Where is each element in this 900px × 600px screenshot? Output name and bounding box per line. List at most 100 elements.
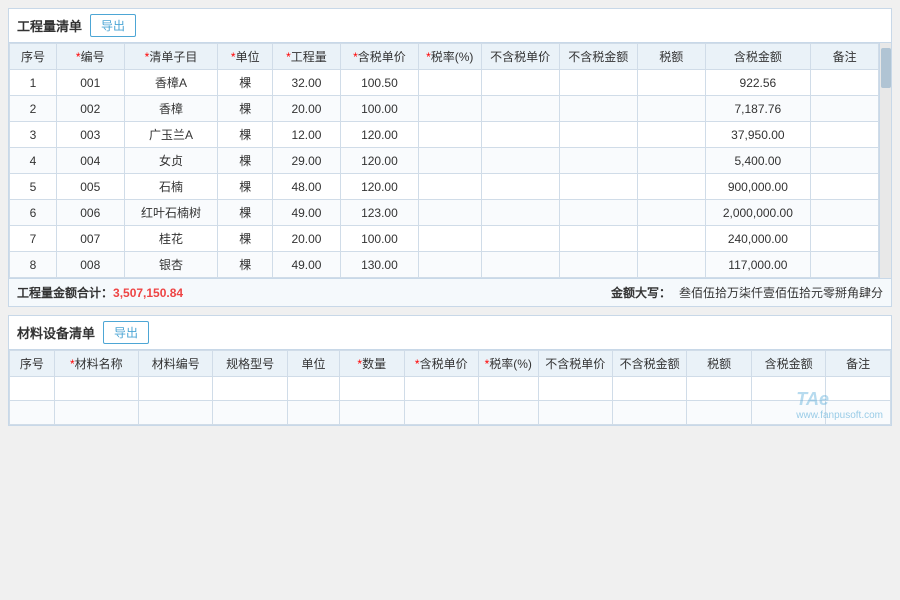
cell-qty[interactable]: 48.00 bbox=[273, 174, 341, 200]
cell-code[interactable]: 001 bbox=[56, 70, 124, 96]
cell-notaxunit[interactable] bbox=[481, 148, 559, 174]
cell-taxunit[interactable]: 100.00 bbox=[340, 96, 418, 122]
cell-unit[interactable]: 棵 bbox=[218, 96, 273, 122]
cell-qty[interactable]: 49.00 bbox=[273, 252, 341, 278]
cell-qty[interactable]: 29.00 bbox=[273, 148, 341, 174]
cell-remark[interactable] bbox=[811, 174, 879, 200]
cell-seq[interactable]: 5 bbox=[10, 174, 57, 200]
cell-remark[interactable] bbox=[811, 226, 879, 252]
cell-seq[interactable]: 6 bbox=[10, 200, 57, 226]
cell-code[interactable]: 004 bbox=[56, 148, 124, 174]
cell-tax[interactable] bbox=[637, 70, 705, 96]
cell-tax[interactable] bbox=[637, 174, 705, 200]
cell-seq[interactable]: 2 bbox=[10, 96, 57, 122]
cell-unit[interactable]: 棵 bbox=[218, 122, 273, 148]
cell-remark[interactable] bbox=[811, 252, 879, 278]
cell-taxunit[interactable]: 123.00 bbox=[340, 200, 418, 226]
cell-code[interactable]: 005 bbox=[56, 174, 124, 200]
cell-item[interactable]: 红叶石楠树 bbox=[124, 200, 218, 226]
cell-code[interactable]: 002 bbox=[56, 96, 124, 122]
cell-taxrate[interactable] bbox=[419, 200, 482, 226]
cell-taxrate[interactable] bbox=[419, 174, 482, 200]
cell-qty[interactable]: 12.00 bbox=[273, 122, 341, 148]
cell-code[interactable]: 007 bbox=[56, 226, 124, 252]
cell-tax[interactable] bbox=[637, 96, 705, 122]
cell-taxrate[interactable] bbox=[419, 252, 482, 278]
cell-taxrate[interactable] bbox=[419, 70, 482, 96]
cell-notaxunit[interactable] bbox=[481, 226, 559, 252]
cell-notaxamt[interactable] bbox=[559, 70, 637, 96]
cell-item[interactable]: 广玉兰A bbox=[124, 122, 218, 148]
cell-item[interactable]: 桂花 bbox=[124, 226, 218, 252]
cell-taxunit[interactable]: 100.00 bbox=[340, 226, 418, 252]
table-row: 3003广玉兰A棵12.00120.00 37,950.00 bbox=[10, 122, 879, 148]
cell-remark[interactable] bbox=[811, 70, 879, 96]
section2-export-button[interactable]: 导出 bbox=[103, 321, 149, 344]
cell-tax[interactable] bbox=[637, 200, 705, 226]
cell-notaxamt[interactable] bbox=[559, 252, 637, 278]
cell-notaxunit[interactable] bbox=[481, 122, 559, 148]
cell-notaxunit[interactable] bbox=[481, 96, 559, 122]
cell-seq[interactable]: 3 bbox=[10, 122, 57, 148]
cell-item[interactable]: 香樟A bbox=[124, 70, 218, 96]
cell-taxunit[interactable]: 130.00 bbox=[340, 252, 418, 278]
cell-notaxunit[interactable] bbox=[481, 70, 559, 96]
cell-unit[interactable]: 棵 bbox=[218, 252, 273, 278]
cell-qty[interactable]: 49.00 bbox=[273, 200, 341, 226]
cell-unit[interactable]: 棵 bbox=[218, 148, 273, 174]
cell-taxunit[interactable]: 120.00 bbox=[340, 122, 418, 148]
cell-taxunit[interactable]: 120.00 bbox=[340, 174, 418, 200]
cell-notaxamt[interactable] bbox=[559, 122, 637, 148]
cell-code[interactable]: 006 bbox=[56, 200, 124, 226]
cell-taxamt[interactable]: 900,000.00 bbox=[705, 174, 811, 200]
cell-tax[interactable] bbox=[637, 122, 705, 148]
cell-item[interactable]: 香樟 bbox=[124, 96, 218, 122]
cell-tax[interactable] bbox=[637, 252, 705, 278]
cell-taxamt[interactable]: 37,950.00 bbox=[705, 122, 811, 148]
cell-remark[interactable] bbox=[811, 122, 879, 148]
cell-remark[interactable] bbox=[811, 148, 879, 174]
section1-export-button[interactable]: 导出 bbox=[90, 14, 136, 37]
cell-taxunit[interactable]: 120.00 bbox=[340, 148, 418, 174]
cell-taxrate[interactable] bbox=[419, 148, 482, 174]
cell-item[interactable]: 女贞 bbox=[124, 148, 218, 174]
cell-unit[interactable]: 棵 bbox=[218, 200, 273, 226]
cell-taxamt[interactable]: 117,000.00 bbox=[705, 252, 811, 278]
cell-qty[interactable]: 20.00 bbox=[273, 96, 341, 122]
cell-taxamt[interactable]: 922.56 bbox=[705, 70, 811, 96]
cell-seq[interactable]: 1 bbox=[10, 70, 57, 96]
cell-notaxamt[interactable] bbox=[559, 148, 637, 174]
cell-code[interactable]: 003 bbox=[56, 122, 124, 148]
cell-notaxunit[interactable] bbox=[481, 252, 559, 278]
section1-scrollbar[interactable] bbox=[879, 43, 891, 278]
cell-notaxamt[interactable] bbox=[559, 200, 637, 226]
cell-qty[interactable]: 20.00 bbox=[273, 226, 341, 252]
cell-notaxunit[interactable] bbox=[481, 174, 559, 200]
cell-code[interactable]: 008 bbox=[56, 252, 124, 278]
cell-item[interactable]: 银杏 bbox=[124, 252, 218, 278]
cell-unit[interactable]: 棵 bbox=[218, 70, 273, 96]
cell-taxrate[interactable] bbox=[419, 122, 482, 148]
cell-tax[interactable] bbox=[637, 148, 705, 174]
cell-taxamt[interactable]: 240,000.00 bbox=[705, 226, 811, 252]
cell-item[interactable]: 石楠 bbox=[124, 174, 218, 200]
cell-seq[interactable]: 4 bbox=[10, 148, 57, 174]
cell-notaxunit[interactable] bbox=[481, 200, 559, 226]
cell-notaxamt[interactable] bbox=[559, 226, 637, 252]
cell-remark[interactable] bbox=[811, 200, 879, 226]
cell-unit[interactable]: 棵 bbox=[218, 226, 273, 252]
cell-unit[interactable]: 棵 bbox=[218, 174, 273, 200]
cell-taxrate[interactable] bbox=[419, 96, 482, 122]
cell-notaxamt[interactable] bbox=[559, 174, 637, 200]
cell-remark[interactable] bbox=[811, 96, 879, 122]
cell-taxamt[interactable]: 2,000,000.00 bbox=[705, 200, 811, 226]
cell-taxrate[interactable] bbox=[419, 226, 482, 252]
cell-taxamt[interactable]: 5,400.00 bbox=[705, 148, 811, 174]
cell-taxamt[interactable]: 7,187.76 bbox=[705, 96, 811, 122]
cell-seq[interactable]: 8 bbox=[10, 252, 57, 278]
cell-tax[interactable] bbox=[637, 226, 705, 252]
cell-taxunit[interactable]: 100.50 bbox=[340, 70, 418, 96]
cell-seq[interactable]: 7 bbox=[10, 226, 57, 252]
cell-qty[interactable]: 32.00 bbox=[273, 70, 341, 96]
cell-notaxamt[interactable] bbox=[559, 96, 637, 122]
